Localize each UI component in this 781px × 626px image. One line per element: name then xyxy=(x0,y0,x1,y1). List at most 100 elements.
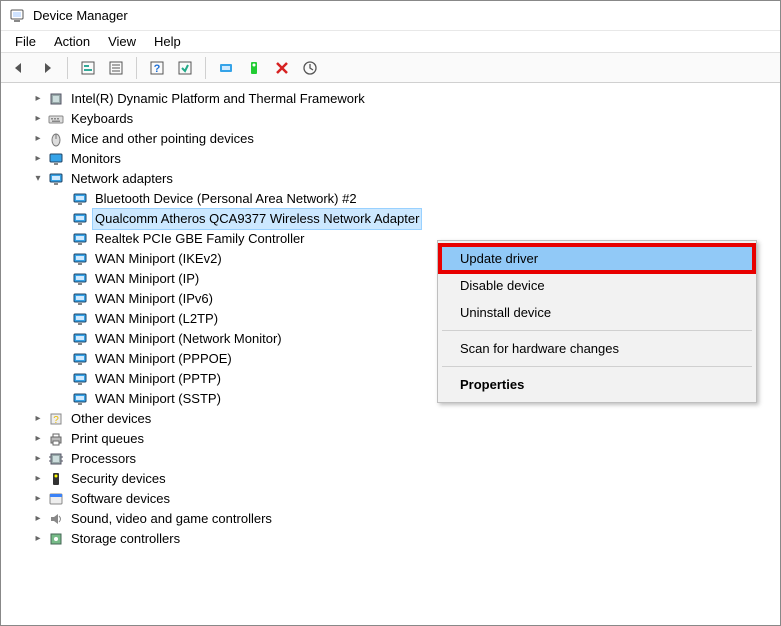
no-expand xyxy=(55,272,69,286)
forward-button[interactable] xyxy=(35,56,59,80)
software-icon xyxy=(47,490,65,508)
titlebar: Device Manager xyxy=(1,1,780,31)
no-expand xyxy=(55,332,69,346)
tree-item-label: Other devices xyxy=(69,409,153,429)
adapter-icon xyxy=(71,250,89,268)
show-hide-tree-button[interactable] xyxy=(76,56,100,80)
tree-item-processors[interactable]: ▸ Processors xyxy=(11,449,780,469)
tree-item-label: WAN Miniport (PPTP) xyxy=(93,369,223,389)
tree-item-label: Realtek PCIe GBE Family Controller xyxy=(93,229,307,249)
tree-item-dpt[interactable]: ▸ Intel(R) Dynamic Platform and Thermal … xyxy=(11,89,780,109)
no-expand xyxy=(55,372,69,386)
menubar: File Action View Help xyxy=(1,31,780,53)
no-expand xyxy=(55,192,69,206)
toolbar-sep xyxy=(136,57,137,79)
expand-icon[interactable]: ▸ xyxy=(31,532,45,546)
context-sep xyxy=(442,330,752,331)
expand-icon[interactable]: ▸ xyxy=(31,492,45,506)
no-expand xyxy=(55,392,69,406)
tree-item-label: WAN Miniport (SSTP) xyxy=(93,389,223,409)
expand-icon[interactable]: ▸ xyxy=(31,472,45,486)
adapter-icon xyxy=(71,390,89,408)
expand-icon[interactable]: ▸ xyxy=(31,452,45,466)
tree-item-software[interactable]: ▸ Software devices xyxy=(11,489,780,509)
help-button[interactable]: ? xyxy=(145,56,169,80)
no-expand xyxy=(55,312,69,326)
tree-item-keyboards[interactable]: ▸ Keyboards xyxy=(11,109,780,129)
menu-file[interactable]: File xyxy=(7,32,44,51)
tree-item-label: Network adapters xyxy=(69,169,175,189)
tree-item-label: Monitors xyxy=(69,149,123,169)
scan-hardware-button[interactable] xyxy=(298,56,322,80)
expand-icon[interactable]: ▸ xyxy=(31,92,45,106)
tree-item-other[interactable]: ▸ ? Other devices xyxy=(11,409,780,429)
mouse-icon xyxy=(47,130,65,148)
expand-icon[interactable]: ▸ xyxy=(31,412,45,426)
expand-icon[interactable]: ▸ xyxy=(31,512,45,526)
tree-item-label: Print queues xyxy=(69,429,146,449)
other-device-icon: ? xyxy=(47,410,65,428)
tree-item-monitors[interactable]: ▸ Monitors xyxy=(11,149,780,169)
properties-button[interactable] xyxy=(104,56,128,80)
menu-action[interactable]: Action xyxy=(46,32,98,51)
adapter-icon xyxy=(71,350,89,368)
tree-item-label: Software devices xyxy=(69,489,172,509)
adapter-icon xyxy=(71,310,89,328)
toolbar-sep xyxy=(67,57,68,79)
tree-item-label: Processors xyxy=(69,449,138,469)
adapter-icon xyxy=(71,210,89,228)
adapter-icon xyxy=(71,270,89,288)
tree-item-label: Sound, video and game controllers xyxy=(69,509,274,529)
chip-icon xyxy=(47,90,65,108)
keyboard-icon xyxy=(47,110,65,128)
expand-icon[interactable]: ▸ xyxy=(31,112,45,126)
menu-help[interactable]: Help xyxy=(146,32,189,51)
tree-item-label: Storage controllers xyxy=(69,529,182,549)
toolbar: ? xyxy=(1,53,780,83)
adapter-icon xyxy=(71,370,89,388)
expand-icon[interactable]: ▸ xyxy=(31,152,45,166)
window-title: Device Manager xyxy=(33,8,128,23)
svg-text:?: ? xyxy=(53,415,59,426)
back-button[interactable] xyxy=(7,56,31,80)
context-update-driver[interactable]: Update driver xyxy=(440,245,754,272)
context-uninstall-device[interactable]: Uninstall device xyxy=(440,299,754,326)
tree-item-mice[interactable]: ▸ Mice and other pointing devices xyxy=(11,129,780,149)
tree-item-printq[interactable]: ▸ Print queues xyxy=(11,429,780,449)
tree-item-storage[interactable]: ▸ Storage controllers xyxy=(11,529,780,549)
tree-item-label: Intel(R) Dynamic Platform and Thermal Fr… xyxy=(69,89,367,109)
context-scan-hardware[interactable]: Scan for hardware changes xyxy=(440,335,754,362)
menu-view[interactable]: View xyxy=(100,32,144,51)
update-driver-button[interactable] xyxy=(214,56,238,80)
device-tree[interactable]: ▸ Intel(R) Dynamic Platform and Thermal … xyxy=(1,83,780,625)
no-expand xyxy=(55,212,69,226)
tree-item-label: Qualcomm Atheros QCA9377 Wireless Networ… xyxy=(93,209,421,229)
tree-item-net-bt[interactable]: Bluetooth Device (Personal Area Network)… xyxy=(11,189,780,209)
tree-item-label: WAN Miniport (L2TP) xyxy=(93,309,220,329)
context-properties[interactable]: Properties xyxy=(440,371,754,398)
disable-device-button[interactable] xyxy=(270,56,294,80)
expand-icon[interactable]: ▸ xyxy=(31,432,45,446)
uninstall-device-button[interactable] xyxy=(242,56,266,80)
no-expand xyxy=(55,252,69,266)
tree-item-label: WAN Miniport (IP) xyxy=(93,269,201,289)
svg-text:?: ? xyxy=(154,63,161,75)
context-disable-device[interactable]: Disable device xyxy=(440,272,754,299)
speaker-icon xyxy=(47,510,65,528)
tree-item-sound[interactable]: ▸ Sound, video and game controllers xyxy=(11,509,780,529)
tree-item-security[interactable]: ▸ Security devices xyxy=(11,469,780,489)
tree-item-net-qca[interactable]: Qualcomm Atheros QCA9377 Wireless Networ… xyxy=(11,209,780,229)
action-button[interactable] xyxy=(173,56,197,80)
tree-item-label: Keyboards xyxy=(69,109,135,129)
security-icon xyxy=(47,470,65,488)
expand-icon[interactable]: ▸ xyxy=(31,132,45,146)
device-manager-window: Device Manager File Action View Help ? xyxy=(0,0,781,626)
tree-item-label: WAN Miniport (IPv6) xyxy=(93,289,215,309)
context-menu: Update driver Disable device Uninstall d… xyxy=(437,240,757,403)
monitor-icon xyxy=(47,150,65,168)
tree-item-network[interactable]: ▾ Network adapters xyxy=(11,169,780,189)
tree-item-label: Security devices xyxy=(69,469,168,489)
collapse-icon[interactable]: ▾ xyxy=(31,172,45,186)
adapter-icon xyxy=(71,190,89,208)
tree-item-label: WAN Miniport (PPPOE) xyxy=(93,349,234,369)
